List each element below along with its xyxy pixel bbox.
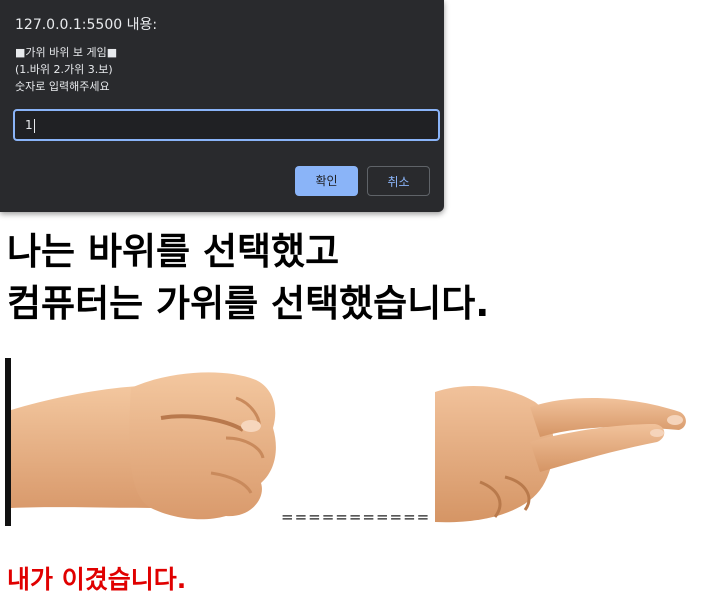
dialog-message: ■가위 바위 보 게임■ (1.바위 2.가위 3.보) 숫자로 입력해주세요 <box>15 44 117 95</box>
scissors-hand-image <box>435 362 689 530</box>
dialog-message-line3: 숫자로 입력해주세요 <box>15 80 110 93</box>
result-text: 내가 이겼습니다. <box>7 565 187 594</box>
ok-button[interactable]: 확인 <box>295 166 358 196</box>
rock-hand-image <box>11 358 279 526</box>
dialog-title: 127.0.0.1:5500 내용: <box>15 17 158 33</box>
dialog-message-line1: ■가위 바위 보 게임■ <box>15 46 118 59</box>
cancel-button[interactable]: 취소 <box>367 166 430 196</box>
prompt-dialog: 127.0.0.1:5500 내용: ■가위 바위 보 게임■ (1.바위 2.… <box>0 0 444 212</box>
text-caret <box>33 118 35 133</box>
dialog-message-line2: (1.바위 2.가위 3.보) <box>15 63 113 76</box>
headline-line-user: 나는 바위를 선택했고 <box>7 230 340 273</box>
separator-text: =========== <box>281 508 431 526</box>
dialog-input[interactable]: 1 <box>13 109 440 141</box>
dialog-input-value: 1 <box>25 118 33 132</box>
game-headline: 나는 바위를 선택했고 컴퓨터는 가위를 선택했습니다. <box>7 226 489 330</box>
headline-line-computer: 컴퓨터는 가위를 선택했습니다. <box>7 282 490 325</box>
